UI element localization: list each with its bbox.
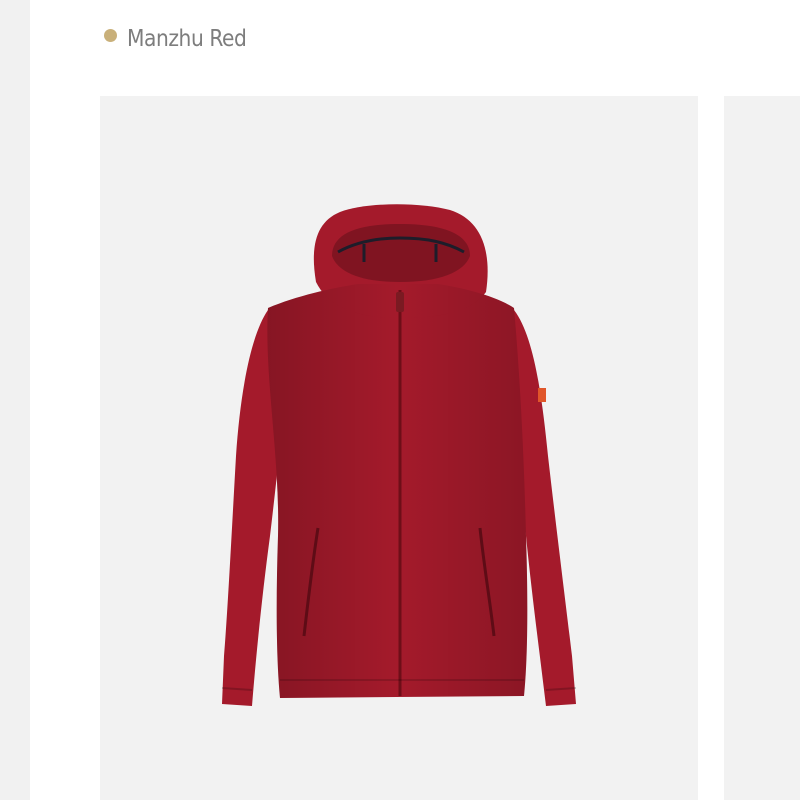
color-dot-icon bbox=[104, 28, 117, 42]
color-name-text: Manzhu Red bbox=[127, 26, 247, 52]
left-edge-panel bbox=[0, 0, 30, 800]
product-color-page: Manzhu Red bbox=[0, 0, 800, 800]
sleeve-badge bbox=[538, 388, 546, 402]
red-hooded-jacket-image bbox=[221, 204, 577, 706]
jacket-body bbox=[221, 204, 577, 706]
color-swatch-label[interactable]: Manzhu Red bbox=[104, 26, 263, 52]
product-image-card[interactable] bbox=[100, 96, 698, 800]
next-product-card[interactable] bbox=[724, 96, 800, 800]
